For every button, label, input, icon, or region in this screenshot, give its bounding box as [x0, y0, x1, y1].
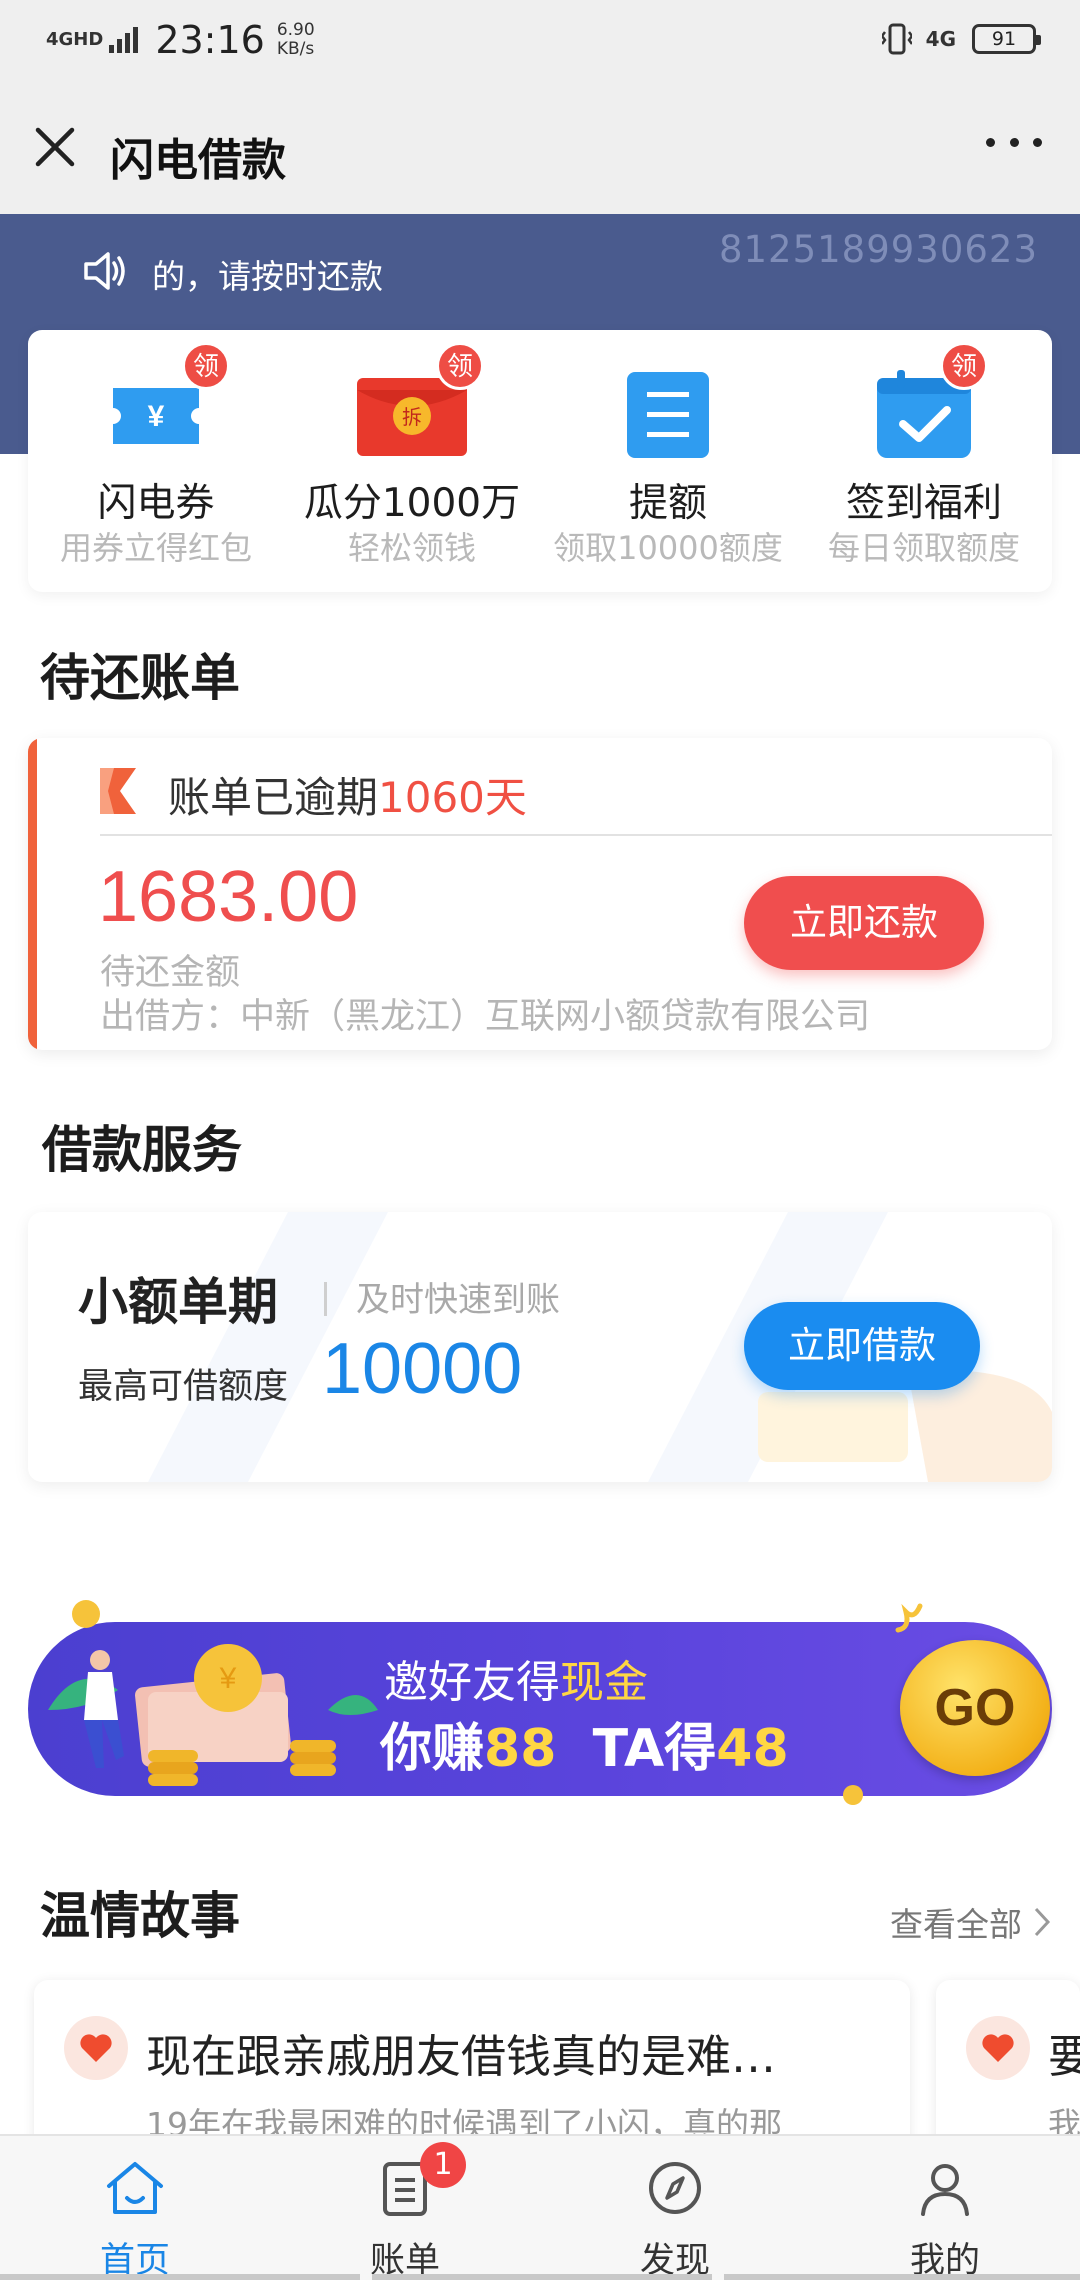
quick-item-subtitle: 领取10000额度 — [553, 529, 783, 567]
divider — [324, 1282, 327, 1316]
bill-accent-stripe — [28, 738, 37, 1050]
section-title-stories: 温情故事 — [40, 1887, 240, 1945]
gesture-bar — [0, 2272, 1080, 2280]
speed-unit: KB/s — [276, 39, 315, 59]
envelope-text: 拆 — [402, 405, 422, 429]
invite-reward-friend-value: 48 — [716, 1719, 789, 1779]
invite-headline-text: 邀好友得 — [384, 1657, 560, 1708]
status-left: 4GHD 23:16 6.90 KB/s — [46, 18, 315, 62]
svg-text:¥: ¥ — [148, 400, 165, 433]
close-icon[interactable] — [32, 124, 78, 170]
claim-badge: 领 — [182, 342, 230, 390]
sparkle-icon — [895, 1603, 923, 1633]
loan-product-name: 小额单期 — [78, 1273, 278, 1331]
quick-item-subtitle: 用券立得红包 — [59, 529, 252, 567]
quick-item-label: 闪电券 — [97, 481, 215, 526]
quick-item-subtitle: 轻松领钱 — [347, 529, 476, 567]
tab-bills[interactable]: 1 账单 — [270, 2136, 540, 2280]
quick-item-label: 提额 — [628, 481, 707, 526]
repay-button[interactable]: 立即还款 — [744, 876, 984, 970]
more-icon[interactable] — [986, 138, 1042, 158]
battery-icon: 91 — [972, 24, 1041, 54]
view-all-link[interactable]: 查看全部 — [890, 1898, 1052, 1946]
invite-headline-highlight: 现金 — [560, 1657, 648, 1708]
story-title: 要 — [1048, 2030, 1080, 2083]
go-button[interactable]: GO — [900, 1640, 1050, 1776]
home-icon — [107, 2162, 163, 2214]
story-card[interactable]: 要 我 — [936, 1980, 1080, 2160]
invite-reward-you: 你赚 — [380, 1719, 485, 1779]
notice-number: 8125189930623 — [718, 228, 1038, 271]
bill-status-label: 账单已逾期 — [168, 773, 379, 822]
signal-icon — [109, 27, 139, 53]
compass-icon — [649, 2162, 701, 2214]
heart-icon — [966, 2016, 1030, 2080]
money-illustration: ¥ — [48, 1600, 378, 1786]
network-speed: 6.90 KB/s — [277, 21, 315, 59]
bottom-tab-bar: 首页 1 账单 发现 我的 — [0, 2134, 1080, 2280]
tab-profile[interactable]: 我的 — [810, 2136, 1080, 2280]
notification-badge: 1 — [420, 2142, 466, 2188]
quick-item-label: 瓜分1000万 — [303, 481, 521, 526]
bill-amount: 1683.00 — [98, 857, 359, 937]
section-title-bills: 待还账单 — [40, 649, 240, 707]
loan-max-value: 10000 — [322, 1329, 523, 1409]
story-card[interactable]: 现在跟亲戚朋友借钱真的是难… 19年在我最困难的时候遇到了小闪，真的那 — [34, 1980, 910, 2160]
flag-icon — [100, 768, 136, 814]
nav-bar: 闪电借款 — [0, 86, 1080, 214]
bill-card[interactable]: 账单已逾期1060天 1683.00 待还金额 出借方：中新（黑龙江）互联网小额… — [28, 738, 1052, 1050]
invite-banner[interactable]: ¥ 邀好友得现金 你赚88 TA得48 GO — [28, 1600, 1052, 1805]
story-title: 现在跟亲戚朋友借钱真的是难… — [146, 2030, 777, 2083]
speed-value: 6.90 — [276, 20, 315, 40]
status-right: 4G 91 — [881, 22, 1041, 56]
chevron-right-icon — [1034, 1907, 1051, 1937]
network-type-right: 4G — [925, 27, 956, 51]
vibrate-icon — [881, 23, 912, 55]
quick-item-checkin[interactable]: 领 签到福利 每日领取额度 — [796, 330, 1052, 592]
loan-product-card[interactable]: 小额单期 及时快速到账 最高可借额度 10000 立即借款 — [28, 1212, 1052, 1482]
quick-item-raise-limit[interactable]: 提额 领取10000额度 — [540, 330, 796, 592]
network-type: 4GHD — [46, 29, 104, 50]
borrow-button[interactable]: 立即借款 — [744, 1302, 980, 1390]
quick-item-coupon[interactable]: ¥ 领 闪电券 用券立得红包 — [28, 330, 284, 592]
view-all-label: 查看全部 — [890, 1905, 1022, 1944]
overdue-days: 1060天 — [378, 773, 527, 822]
quick-item-subtitle: 每日领取额度 — [827, 529, 1020, 567]
invite-headline: 邀好友得现金 — [384, 1646, 648, 1710]
notice-marquee[interactable]: 的，请按时还款 — [152, 250, 383, 298]
claim-badge: 领 — [940, 342, 988, 390]
quick-item-label: 签到福利 — [845, 481, 1002, 526]
tab-discover[interactable]: 发现 — [540, 2136, 810, 2280]
dot-icon — [843, 1785, 863, 1805]
clock: 23:16 — [155, 18, 265, 62]
status-bar: 4GHD 23:16 6.90 KB/s 4G 91 — [0, 0, 1080, 86]
tab-home[interactable]: 首页 — [0, 2136, 270, 2280]
section-title-loans: 借款服务 — [42, 1121, 242, 1179]
quick-menu-card: ¥ 领 闪电券 用券立得红包 拆 领 瓜分1000万 轻松领钱 提额 领取100… — [28, 330, 1052, 592]
invite-reward-you-value: 88 — [484, 1719, 557, 1779]
bill-lender: 出借方：中新（黑龙江）互联网小额贷款有限公司 — [100, 997, 871, 1037]
divider — [100, 834, 1052, 836]
invite-reward: 你赚88 TA得48 — [380, 1706, 789, 1781]
user-icon — [921, 2164, 969, 2216]
bill-status: 账单已逾期1060天 — [168, 764, 527, 825]
loan-product-tag: 及时快速到账 — [356, 1280, 560, 1320]
quick-item-share-prize[interactable]: 拆 领 瓜分1000万 轻松领钱 — [284, 330, 540, 592]
svg-text:¥: ¥ — [219, 1662, 237, 1695]
page-title: 闪电借款 — [110, 135, 286, 186]
document-icon — [627, 372, 709, 458]
claim-badge: 领 — [436, 342, 484, 390]
heart-icon — [64, 2016, 128, 2080]
speaker-icon — [84, 252, 125, 290]
loan-max-label: 最高可借额度 — [78, 1367, 289, 1407]
invite-reward-friend: TA得 — [592, 1719, 717, 1779]
battery-level: 91 — [991, 28, 1017, 50]
